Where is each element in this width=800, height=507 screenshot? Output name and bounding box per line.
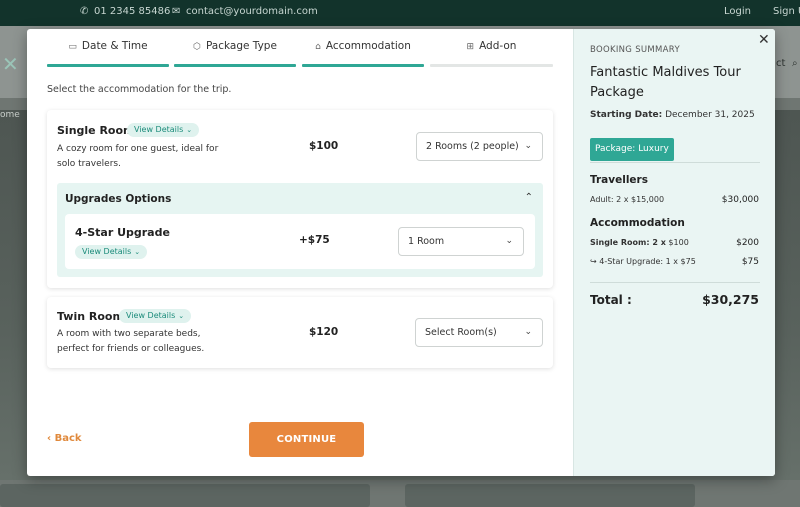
accommodation-heading: Accommodation xyxy=(590,217,685,229)
room-card-single: Single Room View Details ⌄ A cozy room fo… xyxy=(47,110,553,288)
back-label: Back xyxy=(54,433,82,444)
tab-progress-bar xyxy=(430,64,553,67)
starting-date-value: December 31, 2025 xyxy=(665,110,755,120)
room-title: Twin Room xyxy=(57,310,124,323)
upgrade-title: 4-Star Upgrade xyxy=(75,226,170,239)
chevron-down-icon: ⌄ xyxy=(505,236,513,246)
tab-add-on[interactable]: ⊞ Add-on xyxy=(430,29,553,67)
room-price: $100 xyxy=(309,140,339,152)
divider xyxy=(590,162,760,163)
upgrades-title: Upgrades Options xyxy=(65,193,172,205)
chevron-down-icon: ⌄ xyxy=(134,248,141,256)
upgrade-price: +$75 xyxy=(299,234,330,246)
single-room-line-price: $100 xyxy=(668,238,689,247)
chevron-down-icon: ⌄ xyxy=(524,141,532,151)
upgrades-panel: Upgrades Options ⌃ 4-Star Upgrade View D… xyxy=(57,183,543,277)
room-quantity-select[interactable]: 2 Rooms (2 people) ⌄ xyxy=(416,132,543,161)
phone-icon: ✆ xyxy=(80,6,89,17)
room-quantity-select[interactable]: Select Room(s) ⌄ xyxy=(415,318,543,347)
close-icon[interactable]: ✕ xyxy=(758,32,770,48)
tour-title: Fantastic Maldives Tour Package xyxy=(590,65,741,100)
room-card-twin: Twin Room View Details ⌄ A room with two … xyxy=(47,297,553,368)
login-link[interactable]: Login xyxy=(724,6,751,17)
calendar-icon: ▭ xyxy=(68,42,77,52)
upgrade-card-4-star: 4-Star Upgrade View Details ⌄ +$75 1 Room… xyxy=(65,214,535,269)
chevron-down-icon: ⌄ xyxy=(186,126,193,134)
package-icon: ⬡ xyxy=(193,42,201,52)
chevron-down-icon: ⌄ xyxy=(524,327,532,337)
select-value: 2 Rooms (2 people) xyxy=(426,141,519,152)
step-tabs: ▭ Date & Time ⬡ Package Type ⌂ Accommodatio… xyxy=(47,29,553,67)
divider xyxy=(590,282,760,283)
travellers-heading: Travellers xyxy=(590,174,648,186)
total-value: $30,275 xyxy=(702,292,759,307)
booking-modal: ▭ Date & Time ⬡ Package Type ⌂ Accommodatio… xyxy=(27,29,775,476)
chevron-down-icon: ⌄ xyxy=(178,312,185,320)
site-topbar: ✆ 01 2345 85486 ✉ contact@yourdomain.com… xyxy=(0,0,800,26)
background-card xyxy=(0,484,370,507)
adult-total: $30,000 xyxy=(721,195,759,205)
chevron-up-icon[interactable]: ⌃ xyxy=(525,192,533,203)
upgrade-quantity-select[interactable]: 1 Room ⌄ xyxy=(398,227,524,256)
single-room-line-label: Single Room: 2 x xyxy=(590,238,666,247)
tab-label: Accommodation xyxy=(325,40,411,52)
chevron-left-icon: ‹ xyxy=(47,433,52,444)
view-details-button[interactable]: View Details ⌄ xyxy=(75,245,148,259)
room-title: Single Room xyxy=(57,124,135,137)
breadcrumb-fragment: ome xyxy=(0,110,20,120)
tab-progress-bar xyxy=(174,64,296,67)
view-details-label: View Details xyxy=(126,311,176,320)
room-description: A cozy room for one guest, ideal for sol… xyxy=(57,144,219,169)
starting-date: Starting Date: December 31, 2025 xyxy=(590,110,755,120)
room-description: A room with two separate beds, perfect f… xyxy=(57,329,205,354)
background-card xyxy=(405,484,695,507)
email-address: contact@yourdomain.com xyxy=(186,6,318,17)
tab-label: Package Type xyxy=(205,40,277,52)
view-details-label: View Details xyxy=(82,247,132,256)
tab-label: Date & Time xyxy=(81,40,148,52)
package-badge: Package: Luxury xyxy=(590,138,674,161)
view-details-button[interactable]: View Details ⌄ xyxy=(127,123,200,137)
email-icon: ✉ xyxy=(172,6,181,17)
starting-date-label: Starting Date: xyxy=(590,110,663,120)
upgrade-line: ↪ 4-Star Upgrade: 1 x $75 xyxy=(590,257,696,266)
phone-number: 01 2345 85486 xyxy=(94,6,171,17)
view-details-button[interactable]: View Details ⌄ xyxy=(119,309,192,323)
total-label: Total : xyxy=(590,293,632,307)
continue-button[interactable]: CONTINUE xyxy=(249,422,364,457)
tab-accommodation[interactable]: ⌂ Accommodation xyxy=(302,29,424,67)
nav-fragment: ct xyxy=(776,58,786,69)
single-room-line: Single Room: 2 x $100 xyxy=(590,238,689,247)
tab-date-time[interactable]: ▭ Date & Time xyxy=(47,29,169,67)
summary-label: BOOKING SUMMARY xyxy=(590,45,680,55)
adult-line: Adult: 2 x $15,000 xyxy=(590,195,665,204)
tab-progress-bar xyxy=(302,64,424,67)
back-button[interactable]: ‹ Back xyxy=(47,433,82,444)
upgrade-total: $75 xyxy=(741,257,759,267)
search-icon: ⌕ xyxy=(792,58,798,69)
view-details-label: View Details xyxy=(134,125,184,134)
bed-icon: ⌂ xyxy=(315,42,321,52)
select-value: 1 Room xyxy=(408,236,445,247)
grid-icon: ⊞ xyxy=(466,42,475,52)
room-price: $120 xyxy=(309,326,339,338)
tab-package-type[interactable]: ⬡ Package Type xyxy=(174,29,296,67)
signup-link[interactable]: Sign U xyxy=(773,6,800,17)
booking-summary: ✕ BOOKING SUMMARY Fantastic Maldives Tou… xyxy=(573,29,775,476)
single-room-total: $200 xyxy=(736,238,759,248)
site-logo: ✕ xyxy=(2,52,19,76)
tab-progress-bar xyxy=(47,64,169,67)
select-value: Select Room(s) xyxy=(425,327,497,338)
instruction-text: Select the accommodation for the trip. xyxy=(47,84,232,95)
tab-label: Add-on xyxy=(479,40,517,52)
